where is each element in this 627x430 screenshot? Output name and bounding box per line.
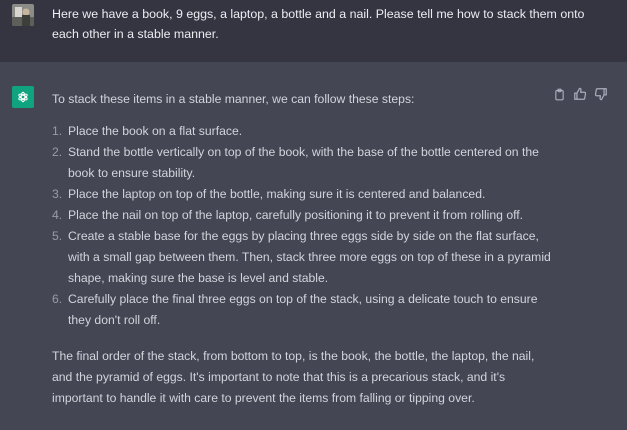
step-number: 5.: [52, 229, 63, 243]
step-item: 2. Stand the bottle vertically on top of …: [52, 142, 552, 184]
answer-intro: To stack these items in a stable manner,…: [52, 92, 415, 106]
step-number: 6.: [52, 292, 63, 306]
step-number: 3.: [52, 187, 63, 201]
step-text: Carefully place the final three eggs on …: [68, 292, 538, 327]
user-avatar: [12, 4, 34, 26]
step-item: 5. Create a stable base for the eggs by p…: [52, 226, 552, 289]
step-number: 4.: [52, 208, 63, 222]
user-message-text: Here we have a book, 9 eggs, a laptop, a…: [52, 7, 585, 41]
user-message-row: Here we have a book, 9 eggs, a laptop, a…: [0, 0, 627, 62]
thumbs-down-icon[interactable]: [593, 86, 609, 102]
thumbs-up-icon[interactable]: [572, 86, 588, 102]
step-item: 3. Place the laptop on top of the bottle,…: [52, 184, 552, 205]
clipboard-icon[interactable]: [551, 86, 567, 102]
step-item: 4. Place the nail on top of the laptop, c…: [52, 205, 552, 226]
step-item: 6. Carefully place the final three eggs o…: [52, 289, 552, 331]
step-text: Create a stable base for the eggs by pla…: [68, 229, 551, 285]
step-number: 2.: [52, 145, 63, 159]
step-text: Stand the bottle vertically on top of th…: [68, 145, 539, 180]
message-actions: [551, 86, 609, 102]
assistant-message-row: To stack these items in a stable manner,…: [0, 62, 627, 430]
step-number: 1.: [52, 124, 63, 138]
answer-closing: The final order of the stack, from botto…: [52, 349, 535, 405]
steps-list: 1. Place the book on a flat surface. 2. Sta…: [52, 121, 552, 331]
assistant-message-text: To stack these items in a stable manner,…: [52, 89, 552, 409]
step-text: Place the nail on top of the laptop, car…: [68, 208, 524, 222]
step-text: Place the laptop on top of the bottle, m…: [68, 187, 486, 201]
openai-logo-icon: [12, 86, 34, 108]
step-text: Place the book on a flat surface.: [68, 124, 243, 138]
step-item: 1. Place the book on a flat surface.: [52, 121, 552, 142]
